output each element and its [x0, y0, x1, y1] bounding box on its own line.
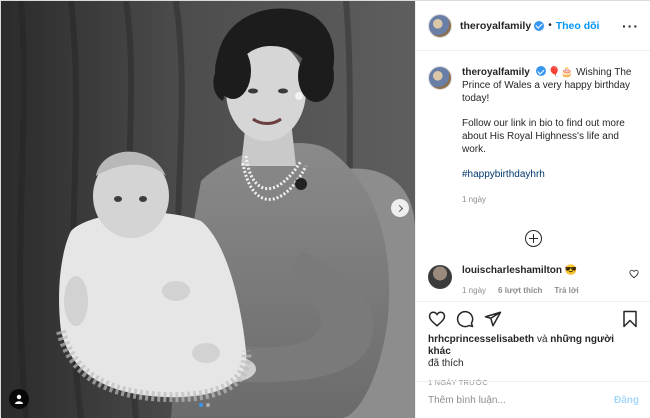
- carousel-dot-active: [199, 403, 203, 407]
- follow-button[interactable]: Theo dõi: [556, 20, 600, 32]
- chevron-right-icon: [395, 204, 403, 212]
- comment-item: louischarleshamilton 😎 1 ngày 6 lượt thí…: [428, 265, 639, 295]
- comment-text: 😎: [564, 265, 578, 276]
- comment-input[interactable]: [428, 394, 598, 406]
- likes-summary: hrhcprincesselisabeth và những người khá…: [428, 334, 639, 370]
- portrait-image: [1, 1, 415, 418]
- post-actions: hrhcprincesselisabeth và những người khá…: [416, 301, 650, 387]
- caption-avatar[interactable]: [428, 66, 452, 90]
- heart-icon[interactable]: [428, 310, 446, 328]
- more-options-button[interactable]: ···: [622, 18, 639, 34]
- comment-time[interactable]: 1 ngày: [462, 286, 486, 295]
- caption-text-2: Follow our link in bio to find out more …: [462, 118, 625, 155]
- post-comment-button[interactable]: Đăng: [614, 395, 639, 406]
- commenter-avatar[interactable]: [428, 265, 452, 289]
- post-modal: theroyalfamily • Theo dõi ··· theroyalfa…: [0, 0, 650, 418]
- add-comment-bar: Đăng: [416, 381, 650, 418]
- account-avatar[interactable]: [428, 13, 452, 38]
- caption-hashtag[interactable]: #happybirthdayhrh: [462, 169, 545, 180]
- caption: theroyalfamily 🎈🎂 Wishing The Prince of …: [428, 66, 639, 206]
- bookmark-icon[interactable]: [621, 310, 639, 328]
- caption-username[interactable]: theroyalfamily: [462, 67, 530, 78]
- comment-icon[interactable]: [456, 310, 474, 328]
- caption-time[interactable]: 1 ngày: [462, 193, 486, 206]
- likes-connector: và: [536, 334, 548, 345]
- likes-suffix: đã thích: [428, 358, 464, 369]
- comment-likes[interactable]: 6 lượt thích: [498, 286, 542, 295]
- account-username[interactable]: theroyalfamily: [460, 20, 531, 32]
- tagged-users-button[interactable]: [9, 389, 29, 409]
- add-circle-icon[interactable]: [525, 230, 542, 247]
- verified-badge-icon: [534, 20, 545, 31]
- post-side-panel: theroyalfamily • Theo dõi ··· theroyalfa…: [415, 1, 650, 418]
- caption-emoji: 🎈🎂: [548, 67, 574, 78]
- comment-heart-icon[interactable]: [629, 269, 639, 279]
- post-header: theroyalfamily • Theo dõi ···: [416, 1, 650, 51]
- carousel-dot: [206, 403, 210, 407]
- liked-by-user[interactable]: hrhcprincesselisabeth: [428, 334, 534, 345]
- comments-section: theroyalfamily 🎈🎂 Wishing The Prince of …: [416, 52, 650, 299]
- carousel-indicator: [199, 403, 210, 407]
- separator-dot: •: [548, 20, 552, 31]
- load-more-comments[interactable]: [428, 230, 639, 247]
- post-photo[interactable]: [1, 1, 415, 418]
- tag-user-icon: [15, 394, 23, 404]
- verified-badge-icon: [535, 66, 546, 76]
- commenter-username[interactable]: louischarleshamilton: [462, 265, 562, 276]
- share-icon[interactable]: [484, 310, 502, 328]
- comment-reply-button[interactable]: Trả lời: [554, 286, 578, 295]
- next-slide-button[interactable]: [391, 199, 409, 217]
